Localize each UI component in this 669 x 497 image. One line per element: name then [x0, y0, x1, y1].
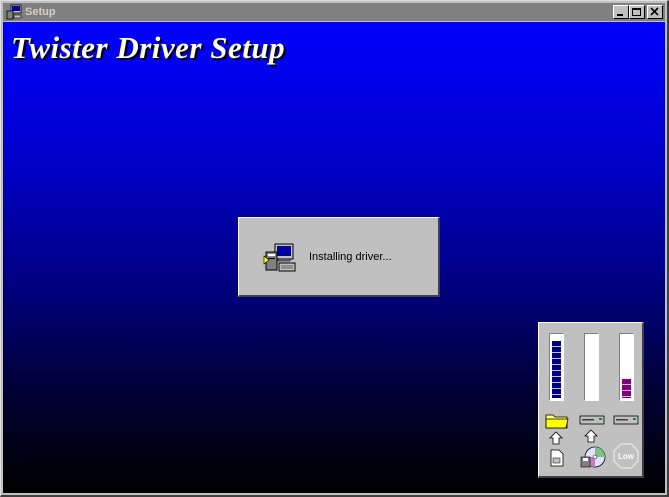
- disk-space-meter: [619, 333, 634, 401]
- arrow-up-icon: [549, 431, 563, 445]
- low-label: Low: [618, 452, 635, 461]
- window-title: Setup: [25, 6, 56, 18]
- close-icon: [650, 7, 659, 16]
- progress-dialog: Installing driver...: [238, 217, 440, 297]
- setup-background: Twister Driver Setup Installing driver..…: [3, 22, 665, 493]
- minimize-icon: [617, 14, 623, 16]
- arrow-up-icon: [584, 429, 598, 443]
- cd-disk-icon: [580, 446, 606, 468]
- minimize-button[interactable]: [613, 5, 629, 19]
- destination-meter: [584, 333, 599, 401]
- drive-icon: [613, 415, 639, 425]
- title-bar[interactable]: Setup: [3, 3, 665, 21]
- disk-space-meters: Low: [538, 322, 644, 478]
- low-octagon-icon: Low: [613, 443, 639, 469]
- folder-icon: [545, 414, 569, 429]
- computer-install-icon: [263, 243, 296, 272]
- maximize-button[interactable]: [629, 5, 645, 19]
- setup-window: Setup Twister Driver Setup Installing dr…: [0, 0, 669, 497]
- document-icon: [550, 449, 564, 467]
- disk-space-meter-fill: [622, 378, 631, 398]
- setup-app-icon: [6, 4, 22, 20]
- drive-icon: [579, 415, 605, 425]
- source-meter-fill: [552, 341, 561, 398]
- setup-banner-title: Twister Driver Setup: [11, 30, 286, 65]
- maximize-icon: [632, 8, 641, 16]
- source-meter: [549, 333, 564, 401]
- close-button[interactable]: [647, 5, 663, 19]
- progress-message: Installing driver...: [309, 251, 392, 263]
